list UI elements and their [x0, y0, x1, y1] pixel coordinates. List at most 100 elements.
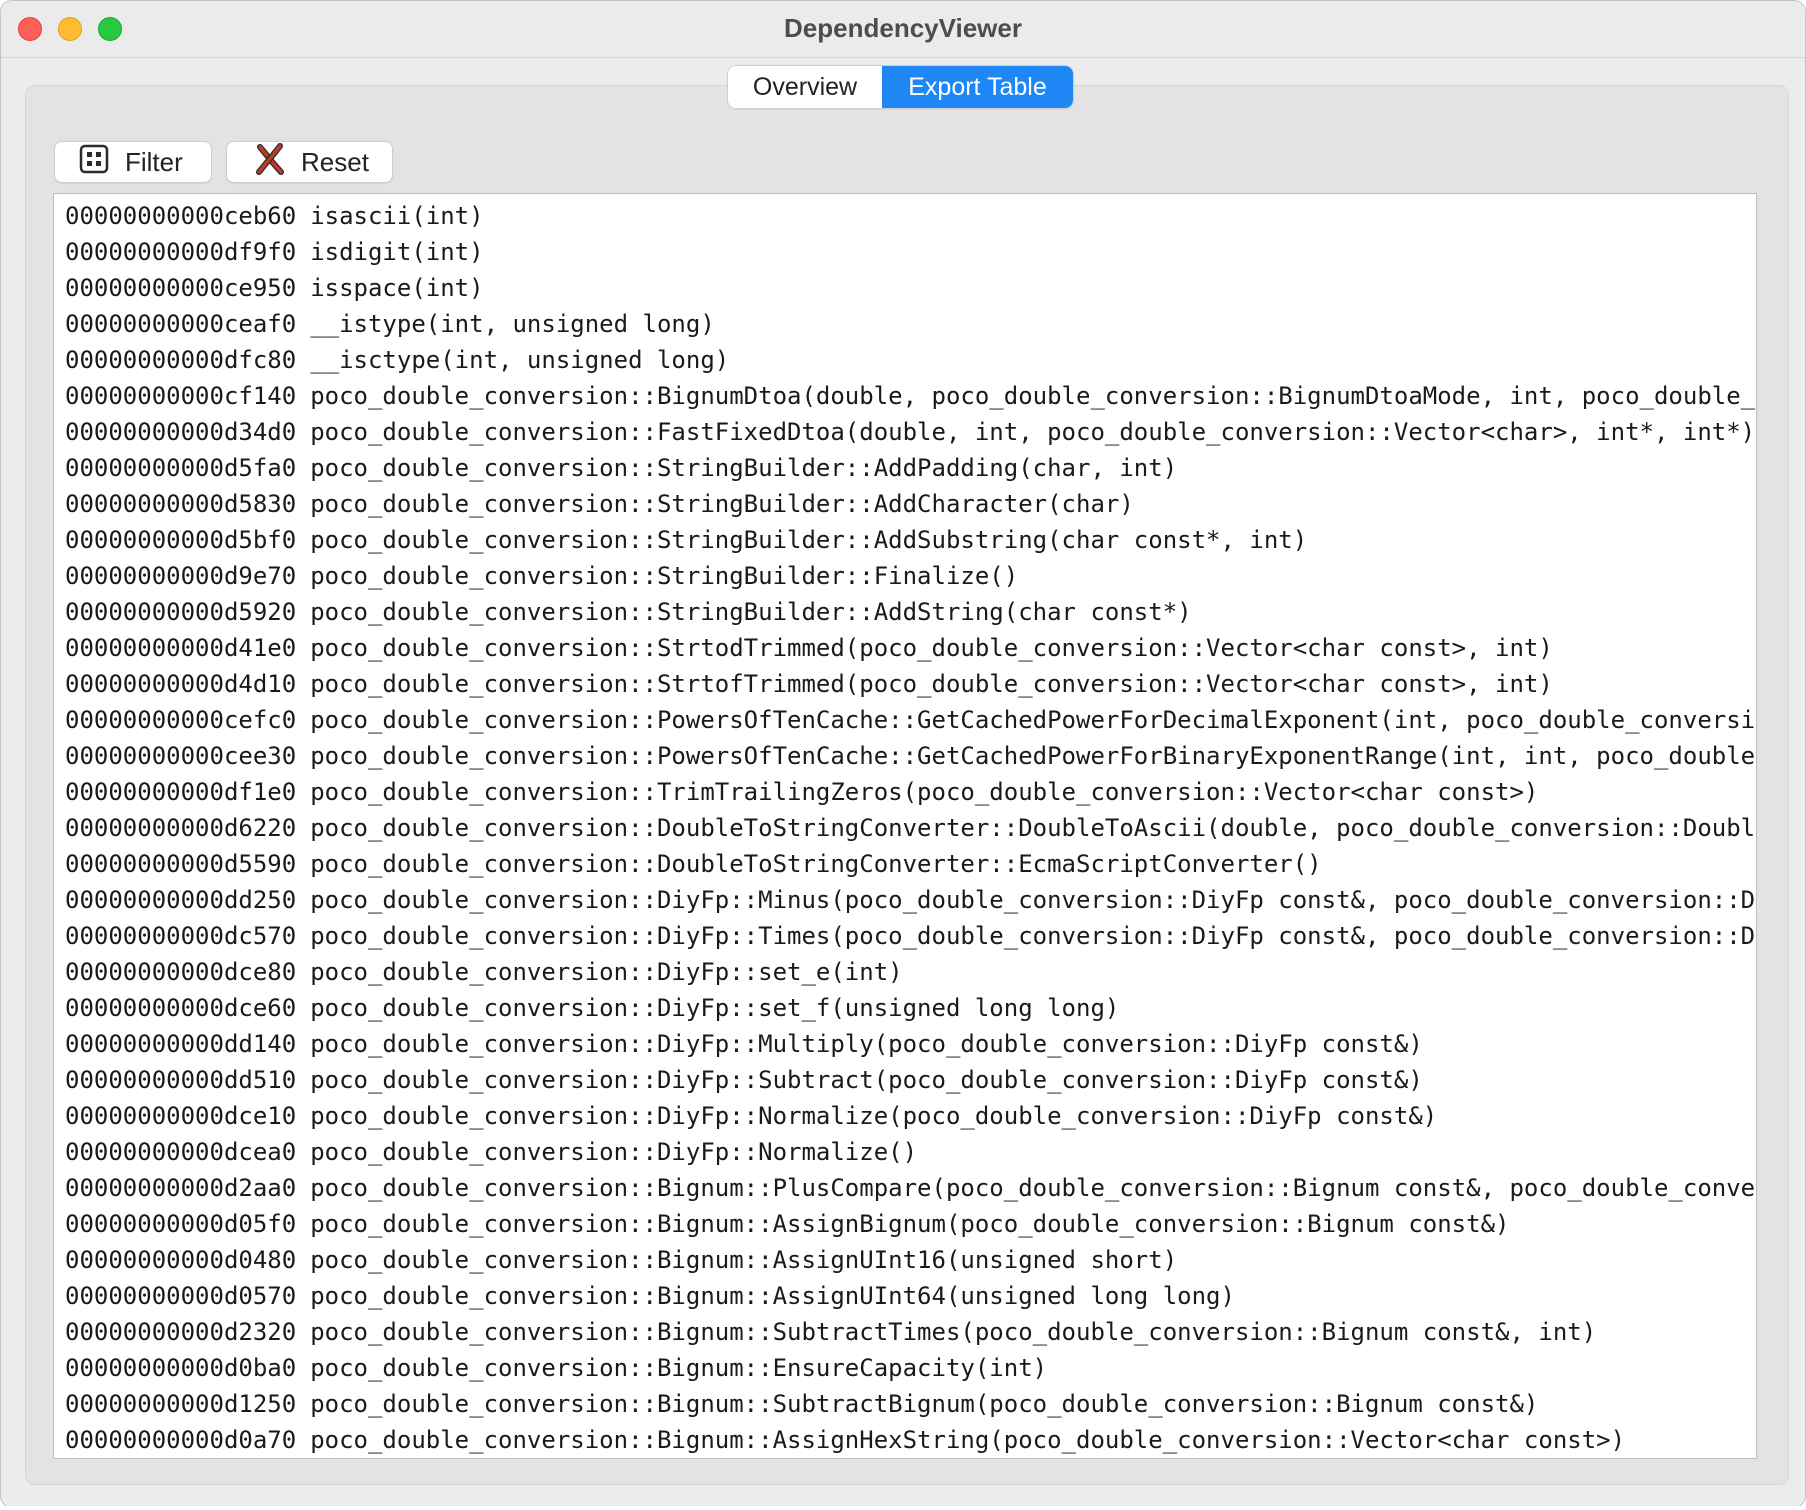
table-row[interactable]: 00000000000d6220 poco_double_conversion::…: [65, 810, 1755, 846]
export-address: 00000000000d5590: [65, 850, 297, 878]
table-row[interactable]: 00000000000dce10 poco_double_conversion::…: [65, 1098, 1755, 1134]
export-symbol: poco_double_conversion::StringBuilder::A…: [310, 526, 1308, 554]
export-address: 00000000000d34d0: [65, 418, 297, 446]
table-row[interactable]: 00000000000d9e70 poco_double_conversion::…: [65, 558, 1755, 594]
export-symbol: poco_double_conversion::Bignum::AssignUI…: [310, 1246, 1178, 1274]
export-symbol: poco_double_conversion::DiyFp::Minus(poc…: [310, 886, 1755, 914]
export-address: 00000000000dce10: [65, 1102, 297, 1130]
export-symbol: poco_double_conversion::TrimTrailingZero…: [310, 778, 1539, 806]
table-row[interactable]: 00000000000d5830 poco_double_conversion::…: [65, 486, 1755, 522]
table-row[interactable]: 00000000000d0a70 poco_double_conversion::…: [65, 1422, 1755, 1458]
export-address: 00000000000d2320: [65, 1318, 297, 1346]
export-symbol: poco_double_conversion::StringBuilder::A…: [310, 454, 1178, 482]
export-symbol: poco_double_conversion::DiyFp::Normalize…: [310, 1138, 918, 1166]
export-table[interactable]: 00000000000ceb60 isascii(int) 00000000000d…: [53, 193, 1757, 1459]
export-symbol: poco_double_conversion::DiyFp::set_f(uns…: [310, 994, 1120, 1022]
table-row[interactable]: 00000000000ceaf0 __istype(int, unsigned l…: [65, 306, 1755, 342]
table-row[interactable]: 00000000000dc570 poco_double_conversion::…: [65, 918, 1755, 954]
export-symbol: poco_double_conversion::Bignum::AssignUI…: [310, 1282, 1235, 1310]
export-symbol: poco_double_conversion::BignumDtoa(doubl…: [310, 382, 1755, 410]
export-address: 00000000000df9f0: [65, 238, 297, 266]
reset-button[interactable]: Reset: [227, 142, 392, 182]
export-symbol: poco_double_conversion::Bignum::AssignBi…: [310, 1210, 1510, 1238]
export-symbol: poco_double_conversion::DoubleToStringCo…: [310, 850, 1322, 878]
export-address: 00000000000ceb60: [65, 202, 297, 230]
export-symbol: poco_double_conversion::PowersOfTenCache…: [310, 742, 1755, 770]
export-address: 00000000000d5830: [65, 490, 297, 518]
tab-export-table[interactable]: Export Table: [882, 66, 1073, 108]
export-address: 00000000000ce950: [65, 274, 297, 302]
table-row[interactable]: 00000000000d5920 poco_double_conversion::…: [65, 594, 1755, 630]
table-row[interactable]: 00000000000dd140 poco_double_conversion::…: [65, 1026, 1755, 1062]
export-address: 00000000000d4d10: [65, 670, 297, 698]
app-window: DependencyViewer Overview Export Table F…: [0, 0, 1806, 1508]
table-row[interactable]: 00000000000ce950 isspace(int): [65, 270, 1755, 306]
table-row[interactable]: 00000000000dfc80 __isctype(int, unsigned …: [65, 342, 1755, 378]
table-row[interactable]: 00000000000d2320 poco_double_conversion::…: [65, 1314, 1755, 1350]
export-address: 00000000000ceaf0: [65, 310, 297, 338]
table-row[interactable]: 00000000000d34d0 poco_double_conversion::…: [65, 414, 1755, 450]
table-row[interactable]: 00000000000cefc0 poco_double_conversion::…: [65, 702, 1755, 738]
table-row[interactable]: 00000000000d0480 poco_double_conversion::…: [65, 1242, 1755, 1278]
export-address: 00000000000dd510: [65, 1066, 297, 1094]
export-symbol: poco_double_conversion::StringBuilder::A…: [310, 490, 1134, 518]
export-symbol: poco_double_conversion::Bignum::Subtract…: [310, 1390, 1539, 1418]
table-row[interactable]: 00000000000d41e0 poco_double_conversion::…: [65, 630, 1755, 666]
export-symbol: isascii(int): [310, 202, 484, 230]
table-row[interactable]: 00000000000df1e0 poco_double_conversion::…: [65, 774, 1755, 810]
tab-bar: Overview Export Table: [728, 66, 1073, 108]
export-address: 00000000000dce60: [65, 994, 297, 1022]
export-symbol: poco_double_conversion::StringBuilder::F…: [310, 562, 1019, 590]
export-address: 00000000000d0480: [65, 1246, 297, 1274]
export-symbol: poco_double_conversion::DiyFp::Normalize…: [310, 1102, 1438, 1130]
tab-overview[interactable]: Overview: [728, 66, 882, 108]
background-strip: [0, 1506, 1806, 1510]
export-symbol: poco_double_conversion::Bignum::Subtract…: [310, 1318, 1597, 1346]
grid-icon: [79, 144, 109, 181]
export-address: 00000000000d5920: [65, 598, 297, 626]
table-row[interactable]: 00000000000ceb60 isascii(int): [65, 198, 1755, 234]
export-symbol: poco_double_conversion::StrtodTrimmed(po…: [310, 634, 1553, 662]
export-symbol: poco_double_conversion::FastFixedDtoa(do…: [310, 418, 1755, 446]
export-symbol: poco_double_conversion::Bignum::EnsureCa…: [310, 1354, 1048, 1382]
filter-button-label: Filter: [125, 146, 183, 177]
export-symbol: poco_double_conversion::DoubleToStringCo…: [310, 814, 1755, 842]
table-row[interactable]: 00000000000dce60 poco_double_conversion::…: [65, 990, 1755, 1026]
export-symbol: poco_double_conversion::DiyFp::Subtract(…: [310, 1066, 1423, 1094]
export-address: 00000000000d05f0: [65, 1210, 297, 1238]
table-row[interactable]: 00000000000dce80 poco_double_conversion::…: [65, 954, 1755, 990]
table-row[interactable]: 00000000000cf140 poco_double_conversion::…: [65, 378, 1755, 414]
table-row[interactable]: 00000000000cee30 poco_double_conversion::…: [65, 738, 1755, 774]
export-address: 00000000000dd140: [65, 1030, 297, 1058]
export-address: 00000000000df1e0: [65, 778, 297, 806]
export-address: 00000000000d5bf0: [65, 526, 297, 554]
export-symbol: poco_double_conversion::StrtofTrimmed(po…: [310, 670, 1553, 698]
table-row[interactable]: 00000000000d05f0 poco_double_conversion::…: [65, 1206, 1755, 1242]
table-row[interactable]: 00000000000d4d10 poco_double_conversion::…: [65, 666, 1755, 702]
export-address: 00000000000d5fa0: [65, 454, 297, 482]
export-symbol: isspace(int): [310, 274, 484, 302]
export-address: 00000000000dc570: [65, 922, 297, 950]
table-row[interactable]: 00000000000dd250 poco_double_conversion::…: [65, 882, 1755, 918]
export-table-rows: 00000000000ceb60 isascii(int) 00000000000d…: [65, 198, 1755, 1458]
table-row[interactable]: 00000000000d5bf0 poco_double_conversion::…: [65, 522, 1755, 558]
table-row[interactable]: 00000000000d2aa0 poco_double_conversion::…: [65, 1170, 1755, 1206]
filter-button[interactable]: Filter: [55, 142, 211, 182]
export-symbol: isdigit(int): [310, 238, 484, 266]
table-row[interactable]: 00000000000d1250 poco_double_conversion::…: [65, 1386, 1755, 1422]
export-symbol: poco_double_conversion::StringBuilder::A…: [310, 598, 1192, 626]
export-symbol: __isctype(int, unsigned long): [310, 346, 730, 374]
table-row[interactable]: 00000000000df9f0 isdigit(int): [65, 234, 1755, 270]
reset-button-label: Reset: [301, 146, 369, 177]
export-address: 00000000000d0ba0: [65, 1354, 297, 1382]
table-row[interactable]: 00000000000d5590 poco_double_conversion::…: [65, 846, 1755, 882]
table-row[interactable]: 00000000000dd510 poco_double_conversion::…: [65, 1062, 1755, 1098]
table-row[interactable]: 00000000000d5fa0 poco_double_conversion::…: [65, 450, 1755, 486]
export-address: 00000000000dcea0: [65, 1138, 297, 1166]
export-address: 00000000000d41e0: [65, 634, 297, 662]
export-address: 00000000000d2aa0: [65, 1174, 297, 1202]
table-row[interactable]: 00000000000dcea0 poco_double_conversion::…: [65, 1134, 1755, 1170]
table-row[interactable]: 00000000000d0570 poco_double_conversion::…: [65, 1278, 1755, 1314]
x-mark-icon: [255, 142, 285, 182]
table-row[interactable]: 00000000000d0ba0 poco_double_conversion::…: [65, 1350, 1755, 1386]
